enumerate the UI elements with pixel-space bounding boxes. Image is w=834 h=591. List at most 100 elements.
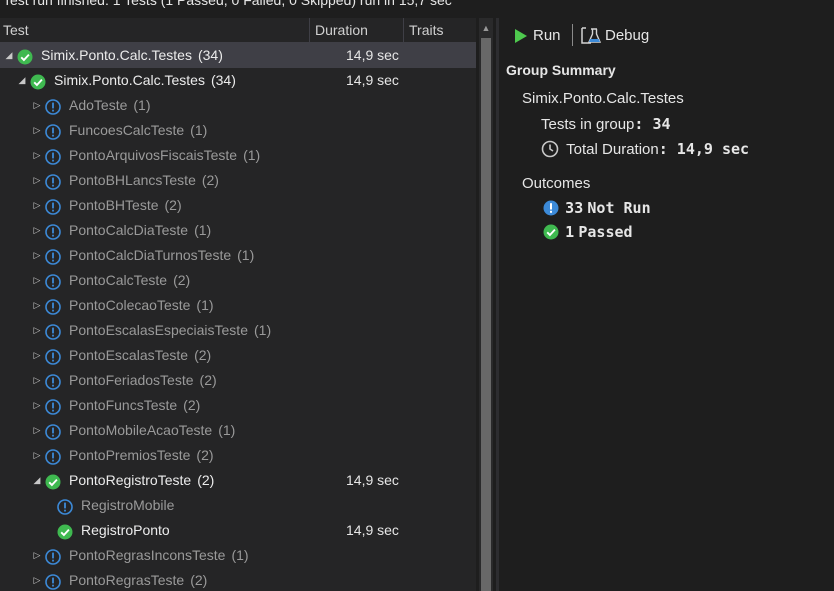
collapsed-arrow-icon[interactable]: ▷ [31,318,43,343]
tree-item-count: (34) [210,72,236,88]
not-run-icon [45,373,61,390]
tree-row[interactable]: ▷ PontoCalcDiaTurnosTeste (1) [0,243,476,268]
tree-item-label: AdoTeste (1) [69,93,151,118]
tree-item-count: (1) [254,322,272,338]
not-run-icon [45,448,61,465]
collapsed-arrow-icon[interactable]: ▷ [31,368,43,393]
collapsed-arrow-icon[interactable]: ▷ [31,168,43,193]
column-test[interactable]: Test [0,18,310,43]
not-run-icon [45,148,61,165]
group-summary-heading: Group Summary [506,62,616,78]
tree-row[interactable]: ▷ PontoEscalasTeste (2) [0,343,476,368]
tree-item-count: (2) [164,197,182,213]
tree-item-name: PontoRegistroTeste [69,472,192,488]
expanded-arrow-icon[interactable]: ◢ [31,468,43,493]
collapsed-arrow-icon[interactable]: ▷ [31,443,43,468]
collapsed-arrow-icon[interactable]: ▷ [31,243,43,268]
tree-item-count: (2) [194,347,212,363]
passed-icon [57,523,73,540]
tree-item-count: (34) [197,47,223,63]
tree-row[interactable]: ▷ PontoRegrasInconsTeste (1) [0,543,476,568]
tree-item-name: RegistroMobile [81,497,175,513]
tree-row[interactable]: ▷ PontoCalcTeste (2) [0,268,476,293]
tree-row[interactable]: ▷ PontoFeriadosTeste (2) [0,368,476,393]
outcome-passed[interactable]: 1 Passed [543,223,633,241]
not-run-icon [45,298,61,315]
tree-row[interactable]: ▷ PontoMobileAcaoTeste (1) [0,418,476,443]
tree-item-count: (1) [243,147,261,163]
tree-row[interactable]: RegistroPonto 14,9 sec [0,518,476,543]
not-run-icon [45,198,61,215]
tree-item-name: PontoRegrasTeste [69,572,185,588]
tree-row[interactable]: ▷ PontoArquivosFiscaisTeste (1) [0,143,476,168]
collapsed-arrow-icon[interactable]: ▷ [31,118,43,143]
tests-in-group-value: 34 [652,115,671,133]
tree-row[interactable]: ▷ PontoRegrasTeste (2) [0,568,476,591]
tree-item-label: Simix.Ponto.Calc.Testes (34) [41,43,223,68]
vertical-scrollbar[interactable]: ▲ [479,18,493,591]
passed-icon [45,473,61,490]
toolbar-separator [572,24,573,46]
collapsed-arrow-icon[interactable]: ▷ [31,393,43,418]
not-run-icon [45,98,61,115]
passed-icon [30,73,46,90]
tree-item-count: (1) [133,97,151,113]
tree-row[interactable]: ▷ PontoColecaoTeste (1) [0,293,476,318]
column-traits[interactable]: Traits [404,18,476,43]
tree-item-label: PontoMobileAcaoTeste (1) [69,418,235,443]
tree-item-label: PontoBHTeste (2) [69,193,182,218]
tree-item-name: PontoMobileAcaoTeste [69,422,213,438]
tree-row[interactable]: ▷ PontoPremiosTeste (2) [0,443,476,468]
tree-row[interactable]: ◢ PontoRegistroTeste (2) 14,9 sec [0,468,476,493]
collapsed-arrow-icon[interactable]: ▷ [31,343,43,368]
tree-item-count: (1) [196,297,214,313]
tree-item-duration: 14,9 sec [346,72,399,88]
collapsed-arrow-icon[interactable]: ▷ [31,93,43,118]
total-duration-value: 14,9 sec [676,140,750,158]
collapsed-arrow-icon[interactable]: ▷ [31,218,43,243]
outcome-not-run[interactable]: 33 Not Run [543,199,651,217]
collapsed-arrow-icon[interactable]: ▷ [31,418,43,443]
tree-item-name: Simix.Ponto.Calc.Testes [54,72,205,88]
total-duration: Total Duration: 14,9 sec [541,140,749,158]
passed-label: Passed [578,223,633,241]
tree-row[interactable]: RegistroMobile [0,493,476,518]
tree-item-label: FuncoesCalcTeste (1) [69,118,207,143]
expanded-arrow-icon[interactable]: ◢ [16,68,28,93]
total-duration-label: Total Duration [566,141,659,158]
tree-item-name: RegistroPonto [81,522,170,538]
collapsed-arrow-icon[interactable]: ▷ [31,543,43,568]
tree-item-duration: 14,9 sec [346,47,399,63]
tree-row[interactable]: ▷ PontoFuncsTeste (2) [0,393,476,418]
tree-item-count: (2) [190,572,208,588]
tree-item-label: PontoFeriadosTeste (2) [69,368,217,393]
expanded-arrow-icon[interactable]: ◢ [3,43,15,68]
not-run-count: 33 [565,199,584,217]
tree-item-name: Simix.Ponto.Calc.Testes [41,47,192,63]
tree-row[interactable]: ▷ PontoCalcDiaTeste (1) [0,218,476,243]
not-run-label: Not Run [587,199,651,217]
tests-in-group-label: Tests in group [541,116,635,133]
tree-row[interactable]: ▷ FuncoesCalcTeste (1) [0,118,476,143]
not-run-icon [45,248,61,265]
tree-item-label: PontoPremiosTeste (2) [69,443,214,468]
collapsed-arrow-icon[interactable]: ▷ [31,143,43,168]
collapsed-arrow-icon[interactable]: ▷ [31,268,43,293]
tree-item-name: PontoRegrasInconsTeste [69,547,226,563]
collapsed-arrow-icon[interactable]: ▷ [31,293,43,318]
scroll-up-arrow-icon[interactable]: ▲ [479,18,493,38]
tree-row[interactable]: ▷ PontoBHLancsTeste (2) [0,168,476,193]
collapsed-arrow-icon[interactable]: ▷ [31,193,43,218]
tree-row[interactable]: ◢ Simix.Ponto.Calc.Testes (34) 14,9 sec [0,68,476,93]
tree-row[interactable]: ▷ PontoEscalasEspeciaisTeste (1) [0,318,476,343]
not-run-icon [45,398,61,415]
tree-row[interactable]: ◢ Simix.Ponto.Calc.Testes (34) 14,9 sec [0,43,476,68]
tree-item-label: PontoCalcTeste (2) [69,268,190,293]
tree-item-name: PontoBHTeste [69,197,159,213]
scroll-thumb[interactable] [481,38,491,591]
tree-row[interactable]: ▷ PontoBHTeste (2) [0,193,476,218]
not-run-icon [45,573,61,590]
collapsed-arrow-icon[interactable]: ▷ [31,568,43,591]
tree-row[interactable]: ▷ AdoTeste (1) [0,93,476,118]
column-duration[interactable]: Duration [310,18,404,43]
